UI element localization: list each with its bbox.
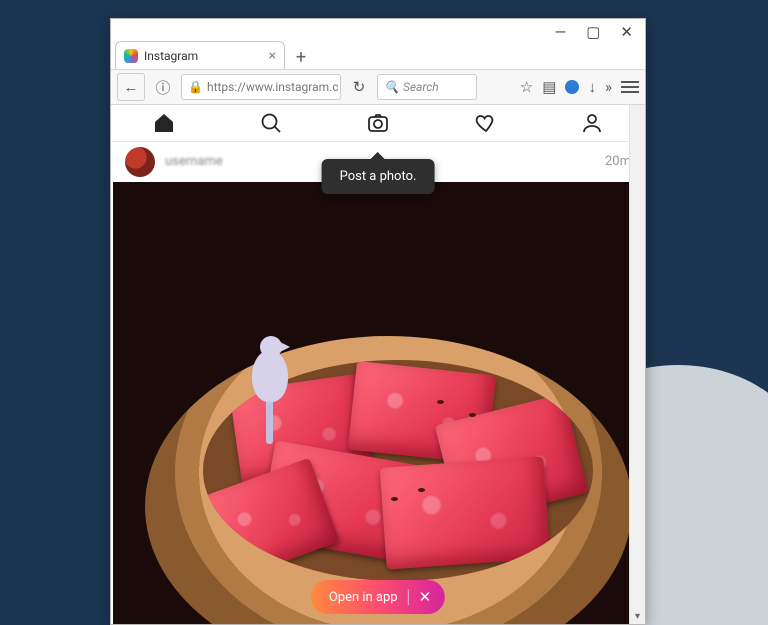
tab-strip: Instagram × + bbox=[115, 39, 313, 69]
search-icon bbox=[259, 111, 283, 135]
back-button[interactable]: ← bbox=[117, 73, 145, 101]
toolbar-icons: ☆ ▤ ↓ » bbox=[520, 78, 639, 96]
lock-icon: 🔒 bbox=[188, 80, 203, 94]
url-text: https://www.instagram.c bbox=[207, 80, 339, 94]
divider bbox=[408, 589, 409, 605]
close-icon[interactable]: ✕ bbox=[419, 588, 432, 606]
bird-pick-graphic bbox=[240, 350, 300, 450]
search-placeholder: Search bbox=[403, 80, 439, 94]
bookmark-star-icon[interactable]: ☆ bbox=[520, 78, 533, 96]
avatar[interactable] bbox=[125, 147, 155, 177]
menu-button[interactable] bbox=[621, 81, 639, 93]
post-photo-tooltip: Post a photo. bbox=[322, 159, 435, 194]
site-info-button[interactable]: ⓘ bbox=[149, 73, 177, 101]
home-icon bbox=[152, 111, 176, 135]
tab-title: Instagram bbox=[144, 49, 198, 63]
browser-window: — ▢ ✕ Instagram × + ← ⓘ 🔒 https://www.in… bbox=[110, 18, 646, 625]
reload-button[interactable]: ↻ bbox=[345, 73, 373, 101]
camera-icon bbox=[366, 111, 390, 135]
browser-toolbar: ← ⓘ 🔒 https://www.instagram.c ↻ 🔍 Search… bbox=[111, 69, 645, 105]
profile-icon bbox=[580, 111, 604, 135]
vertical-scrollbar[interactable]: ▾ bbox=[629, 105, 645, 624]
window-close-button[interactable]: ✕ bbox=[620, 23, 633, 41]
nav-activity-button[interactable] bbox=[472, 110, 498, 136]
window-maximize-button[interactable]: ▢ bbox=[586, 23, 600, 41]
nav-profile-button[interactable] bbox=[579, 110, 605, 136]
post-photo[interactable] bbox=[113, 182, 643, 624]
search-box[interactable]: 🔍 Search bbox=[377, 74, 477, 100]
post-timestamp: 20m bbox=[605, 154, 631, 169]
open-in-app-banner[interactable]: Open in app ✕ bbox=[311, 580, 445, 614]
open-in-app-label: Open in app bbox=[329, 590, 398, 605]
post-username[interactable]: username bbox=[165, 154, 223, 169]
overflow-icon[interactable]: » bbox=[605, 78, 612, 96]
address-bar[interactable]: 🔒 https://www.instagram.c bbox=[181, 74, 341, 100]
nav-home-button[interactable] bbox=[151, 110, 177, 136]
instagram-nav bbox=[111, 105, 645, 142]
window-minimize-button[interactable]: — bbox=[555, 23, 567, 41]
heart-icon bbox=[473, 111, 497, 135]
library-icon[interactable]: ▤ bbox=[542, 78, 556, 96]
search-icon: 🔍 bbox=[384, 80, 399, 94]
tab-close-button[interactable]: × bbox=[269, 48, 276, 64]
downloads-icon[interactable]: ↓ bbox=[588, 78, 596, 96]
instagram-favicon-icon bbox=[124, 49, 138, 63]
nav-search-button[interactable] bbox=[258, 110, 284, 136]
scroll-down-arrow-icon[interactable]: ▾ bbox=[630, 611, 645, 622]
new-tab-button[interactable]: + bbox=[289, 45, 313, 69]
nav-post-photo-button[interactable] bbox=[365, 110, 391, 136]
globe-icon[interactable] bbox=[565, 80, 579, 94]
tab-instagram[interactable]: Instagram × bbox=[115, 41, 285, 69]
page-viewport: Post a photo. username 20m bbox=[111, 105, 645, 624]
